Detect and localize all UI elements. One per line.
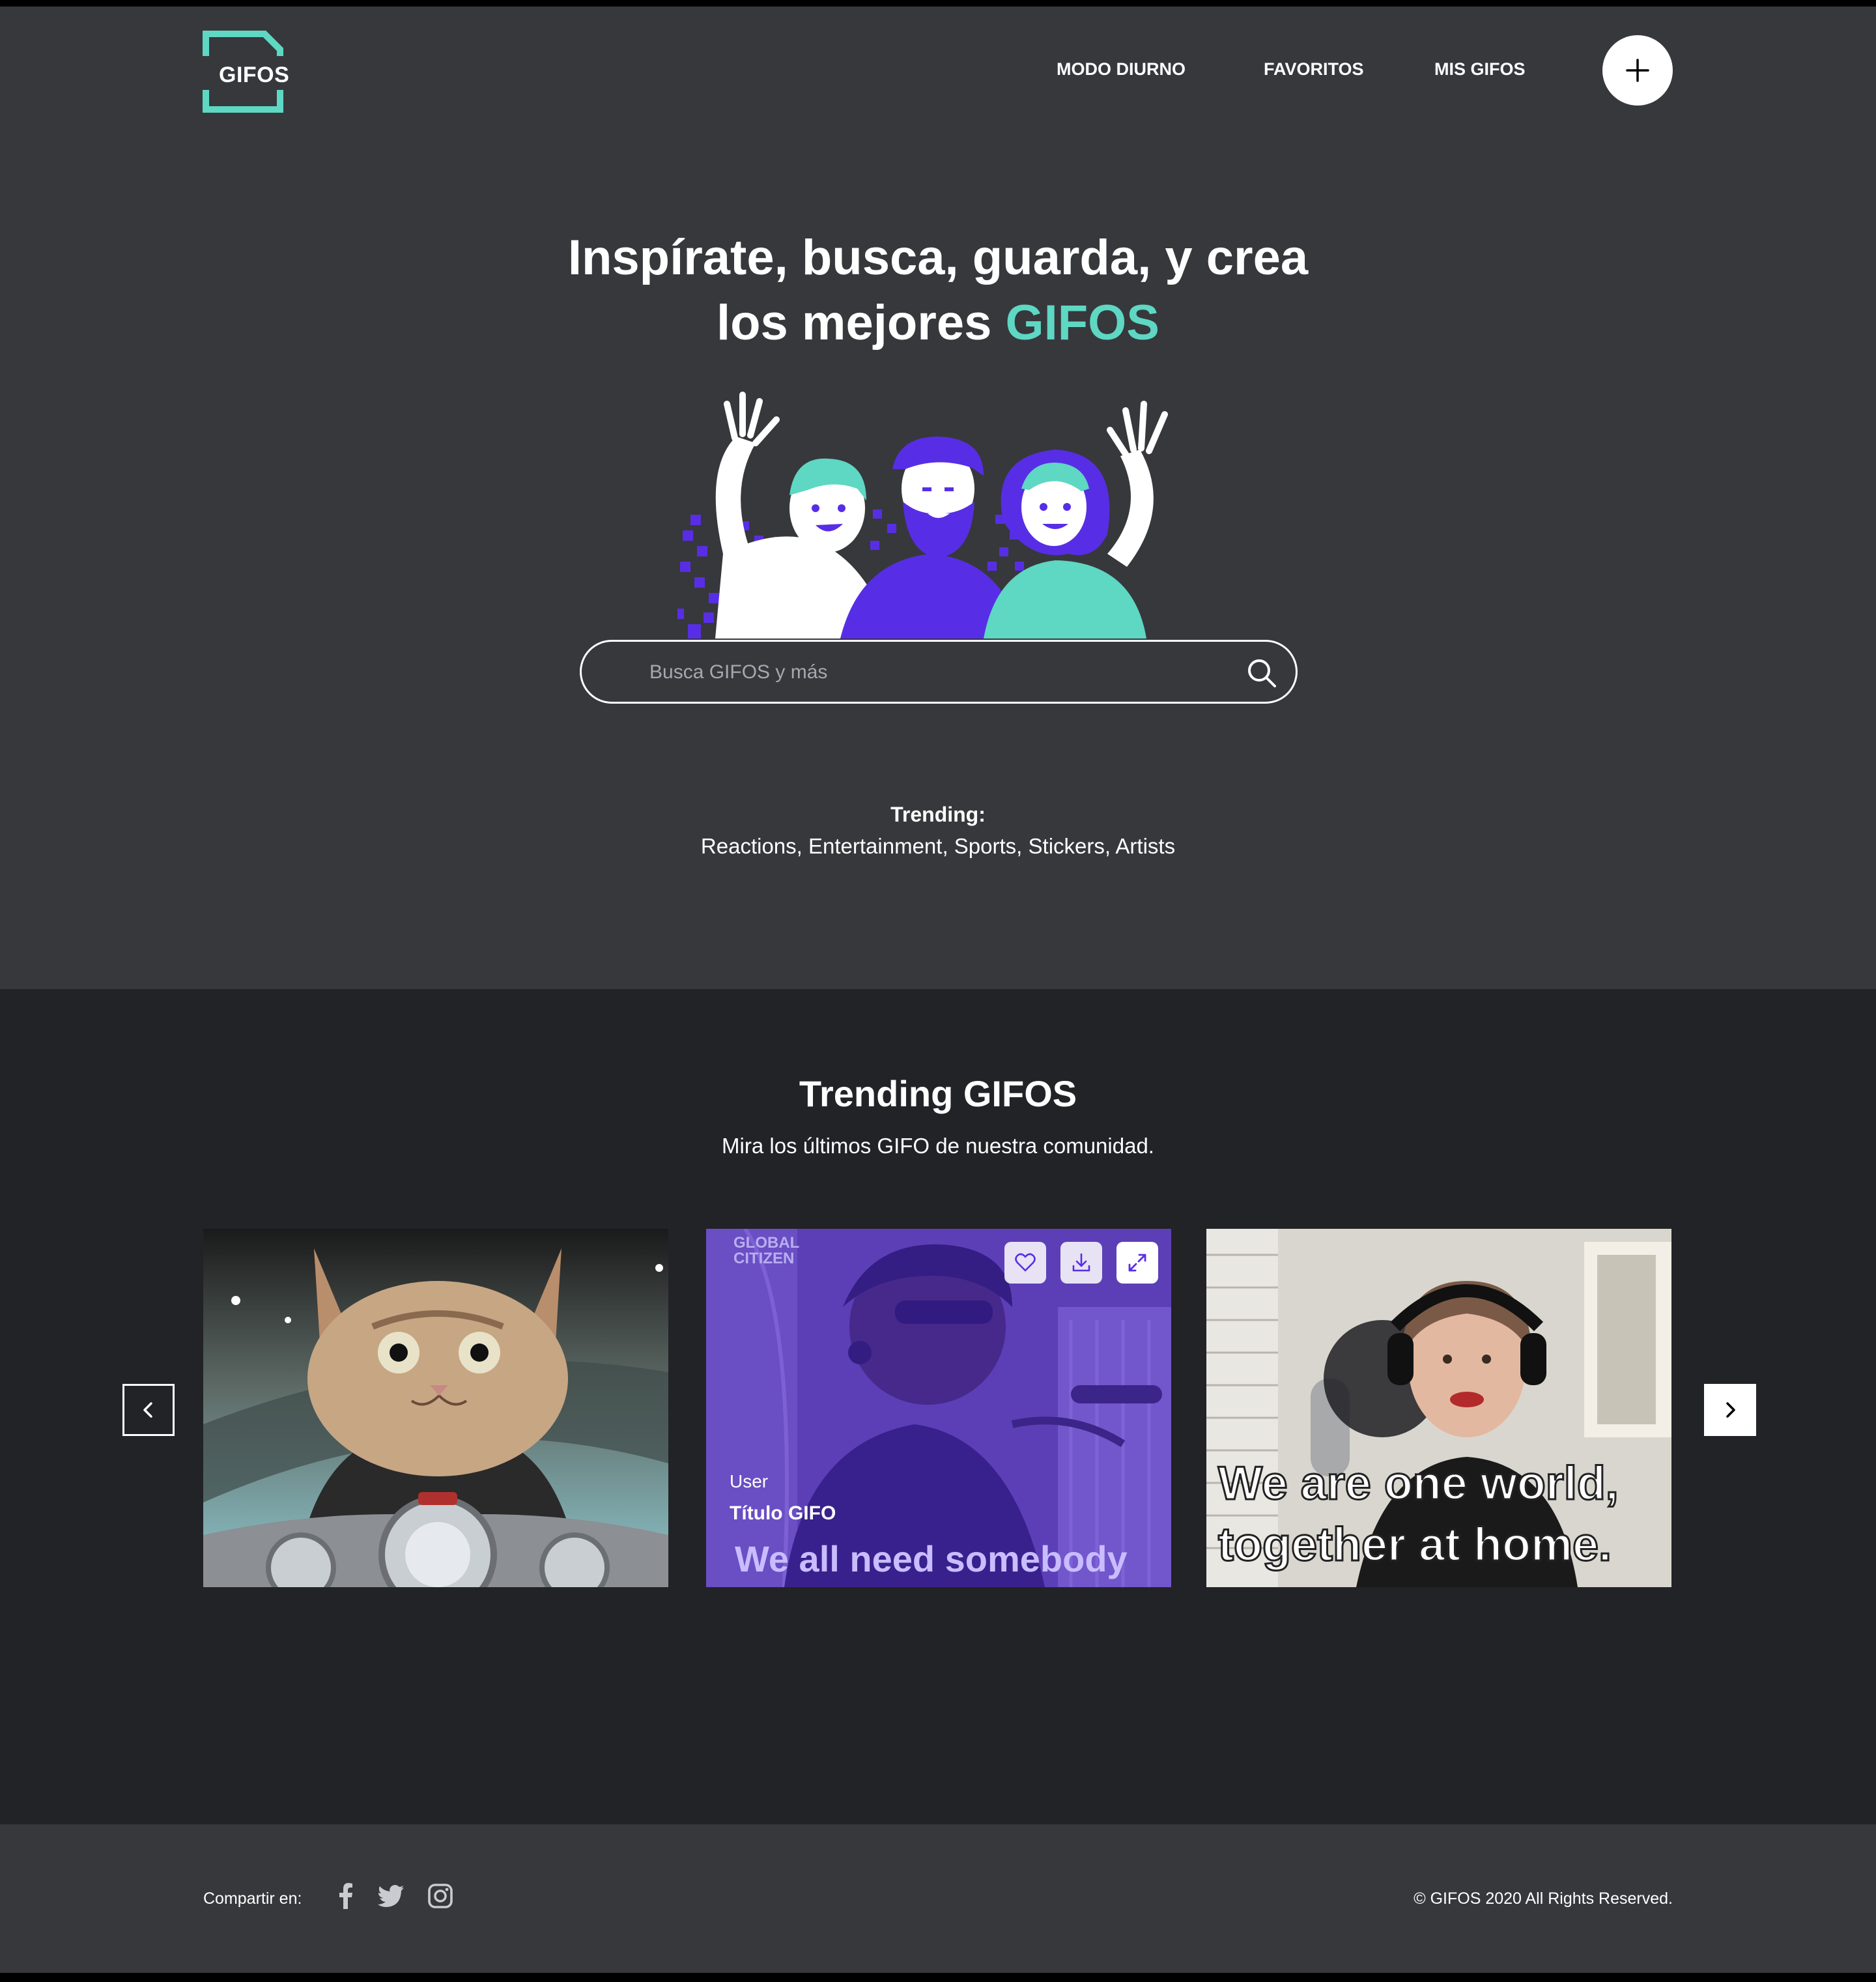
gif-image-kitten [203,1229,668,1587]
gif-caption: We all need somebody [735,1538,1128,1579]
gif-title: Título GIFO [730,1502,836,1524]
people-illustration [677,392,1168,639]
gif-caption-line2: together at home. [1217,1518,1612,1572]
favorite-button[interactable] [1004,1242,1046,1284]
trending-label: Trending: [890,803,986,826]
hero-title-line1: Inspírate, busca, guarda, y crea [567,230,1309,285]
gif-card-1[interactable] [203,1229,668,1587]
trending-tag-reactions[interactable]: Reactions [701,834,797,858]
download-button[interactable] [1060,1242,1102,1284]
heart-icon [1015,1253,1036,1272]
trending-tag-stickers[interactable]: Stickers [1029,834,1105,858]
nav-mis-gifos[interactable]: MIS GIFOS [1434,55,1526,83]
facebook-icon [339,1883,352,1909]
bottom-border [0,1973,1876,1982]
facebook-link[interactable] [330,1880,361,1912]
search-bar [580,640,1298,704]
carousel-prev-button[interactable] [122,1384,175,1436]
gif-actions [1004,1242,1158,1284]
trending-tag-artists[interactable]: Artists [1115,834,1175,858]
hero-title: Inspírate, busca, guarda, y crea los mej… [0,225,1876,356]
instagram-icon [428,1884,453,1908]
share-label: Compartir en: [203,1889,302,1908]
search-icon[interactable] [1246,657,1277,689]
gif-caption-line1: We are one world, [1217,1457,1620,1511]
instagram-link[interactable] [425,1880,456,1912]
gif-user: User [730,1471,769,1491]
trending-tags: Reactions, Entertainment, Sports, Sticke… [700,834,1176,858]
hero-title-accent: GIFOS [1005,295,1159,351]
search-input[interactable] [649,656,1210,689]
nav-modo-diurno[interactable]: MODO DIURNO [1057,55,1186,83]
gif-card-3[interactable]: We are one world, together at home. [1206,1229,1671,1587]
carousel-next-button[interactable] [1704,1384,1756,1436]
footer: Compartir en: © GIFOS 2020 All Rights Re… [0,1824,1876,1973]
trending-tag-entertainment[interactable]: Entertainment [808,834,942,858]
twitter-link[interactable] [375,1880,406,1912]
plus-icon [1626,59,1649,82]
chevron-left-icon [143,1402,152,1418]
trending-gifos-section: Trending GIFOS Mira los últimos GIFO de … [0,989,1876,1824]
hero-title-line2-prefix: los mejores [717,295,1006,351]
hero-section: GIFOS MODO DIURNO FAVORITOS MIS GIFOS In… [0,7,1876,989]
gif-watermark: GLOBAL CITIZEN [733,1234,800,1267]
trending-tag-sports[interactable]: Sports [954,834,1016,858]
copyright: © GIFOS 2020 All Rights Reserved. [1414,1889,1673,1908]
create-gifo-button[interactable] [1602,35,1673,106]
trending-gifos-subtitle: Mira los últimos GIFO de nuestra comunid… [722,1134,1154,1158]
nav-favoritos[interactable]: FAVORITOS [1264,55,1364,83]
trending-gifos-title: Trending GIFOS [799,1073,1077,1114]
expand-button[interactable] [1116,1242,1158,1284]
twitter-icon [378,1885,404,1907]
chevron-right-icon [1726,1402,1735,1418]
logo-text: GIFOS [219,63,290,87]
gif-card-2[interactable]: GLOBAL CITIZEN User Título GIFO We all n… [706,1229,1171,1587]
gifos-logo[interactable]: GIFOS [202,30,289,113]
top-border [0,0,1876,7]
download-icon [1072,1253,1090,1272]
expand-icon [1128,1254,1146,1272]
